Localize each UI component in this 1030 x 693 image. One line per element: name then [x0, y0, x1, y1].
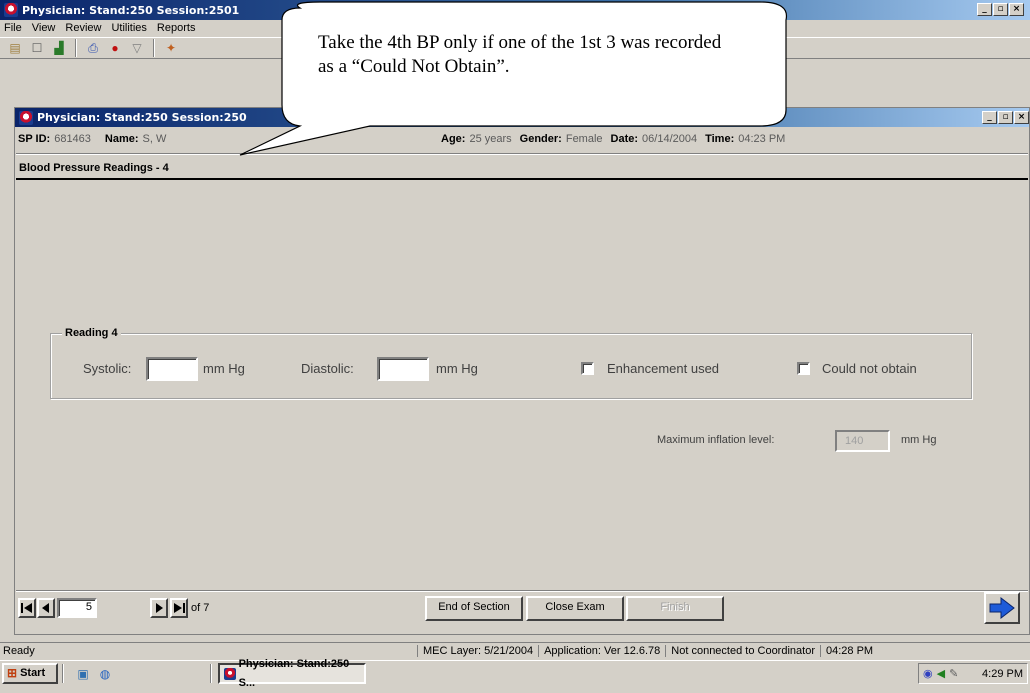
previous-icon — [42, 603, 49, 613]
taskbar: ⊞ Start ▣ ◍ Physician: Stand:250 S... ◉ … — [0, 658, 1030, 689]
could-not-obtain-label: Could not obtain — [822, 361, 917, 376]
name-value: S, W — [142, 133, 167, 145]
status-mec-layer: MEC Layer: 5/21/2004 — [417, 645, 538, 657]
desktop-icon[interactable]: ▣ — [74, 666, 92, 682]
last-record-button[interactable] — [170, 598, 188, 618]
could-not-obtain-checkbox[interactable] — [797, 362, 810, 375]
app-title: Physician: Stand:250 Session:2501 — [22, 3, 240, 17]
age-label: Age: — [441, 133, 466, 145]
systolic-unit: mm Hg — [203, 361, 245, 376]
child-title: Physician: Stand:250 Session:250 — [37, 111, 247, 124]
page-number-input[interactable]: 5 — [57, 598, 97, 618]
last-icon — [174, 603, 185, 613]
diastolic-input[interactable] — [377, 357, 429, 381]
minimize-icon[interactable]: _ — [977, 3, 992, 16]
arrow-right-icon — [989, 597, 1015, 619]
close-icon[interactable]: × — [1014, 111, 1029, 124]
enhancement-checkbox[interactable] — [581, 362, 594, 375]
quicklaunch-separator — [62, 664, 64, 683]
enhancement-label: Enhancement used — [607, 361, 720, 376]
system-tray: ◉ ◀ ✎ 4:29 PM — [918, 663, 1028, 684]
inflation-label: Maximum inflation level: — [657, 434, 775, 446]
start-button[interactable]: ⊞ Start — [2, 663, 58, 684]
open-icon[interactable]: ▤ — [6, 40, 24, 56]
end-of-section-button[interactable]: End of Section — [425, 596, 523, 621]
restore-icon[interactable]: ▫ — [993, 3, 1008, 16]
inflation-unit: mm Hg — [901, 434, 937, 446]
child-app-icon — [19, 110, 33, 125]
finish-button[interactable]: Finish — [626, 596, 724, 621]
gender-label: Gender: — [519, 133, 562, 145]
restore-icon[interactable]: ▫ — [998, 111, 1013, 124]
menu-file[interactable]: File — [4, 22, 22, 34]
first-record-button[interactable] — [18, 598, 36, 618]
next-icon — [156, 603, 163, 613]
page-count: of 7 — [191, 602, 210, 614]
callout-text: Take the 4th BP only if one of the 1st 3… — [318, 32, 722, 77]
diastolic-unit: mm Hg — [436, 361, 478, 376]
previous-record-button[interactable] — [37, 598, 55, 618]
app-window-controls: _ ▫ × — [977, 3, 1024, 16]
app-icon — [4, 3, 18, 17]
save-icon[interactable]: ▟ — [50, 40, 68, 56]
menu-view[interactable]: View — [32, 22, 56, 34]
inflation-input: 140 — [835, 430, 890, 452]
menu-review[interactable]: Review — [65, 22, 101, 34]
next-record-button[interactable] — [150, 598, 168, 618]
minimize-icon[interactable]: _ — [982, 111, 997, 124]
section-title: Blood Pressure Readings - 4 — [19, 162, 169, 174]
menu-reports[interactable]: Reports — [157, 22, 196, 34]
time-value: 04:23 PM — [738, 133, 786, 145]
close-icon[interactable]: × — [1009, 3, 1024, 16]
child-window-controls: _ ▫ × — [982, 111, 1029, 124]
section-underline — [16, 178, 1028, 180]
next-section-button[interactable] — [984, 592, 1020, 624]
first-icon — [21, 603, 32, 613]
status-time: 04:28 PM — [819, 645, 878, 657]
inflation-value: 140 — [845, 435, 864, 447]
systolic-label: Systolic: — [83, 361, 132, 376]
time-label: Time: — [705, 133, 735, 145]
record-icon[interactable]: ● — [106, 40, 124, 56]
gender-value: Female — [565, 133, 603, 145]
bottom-divider — [16, 590, 1028, 592]
systolic-input[interactable] — [146, 357, 198, 381]
close-exam-button[interactable]: Close Exam — [526, 596, 624, 621]
volume-icon[interactable]: ◀ — [937, 667, 945, 680]
network-icon[interactable]: ◉ — [923, 667, 933, 680]
child-title-bar[interactable]: Physician: Stand:250 Session:250 _ ▫ × — [15, 108, 1029, 127]
date-label: Date: — [610, 133, 639, 145]
taskbar-window-button[interactable]: Physician: Stand:250 S... — [218, 658, 366, 689]
app-title-bar[interactable]: Physician: Stand:250 Session:2501 _ ▫ × — [0, 0, 1030, 20]
people-icon[interactable]: ✦ — [162, 40, 180, 56]
browser-icon[interactable]: ◍ — [96, 666, 114, 682]
status-application: Application: Ver 12.6.78 — [538, 645, 665, 657]
diastolic-label: Diastolic: — [301, 361, 354, 376]
sp-id-label: SP ID: — [18, 133, 51, 145]
status-bar: Ready MEC Layer: 5/21/2004 Application: … — [0, 642, 1030, 659]
name-label: Name: — [104, 133, 139, 145]
info-divider — [16, 153, 1028, 155]
print-icon[interactable]: ⎙ — [84, 40, 102, 56]
age-value: 25 years — [469, 133, 512, 145]
sp-id-value: 681463 — [54, 133, 91, 145]
date-value: 06/14/2004 — [642, 133, 698, 145]
taskbar-separator — [210, 664, 212, 683]
status-connection: Not connected to Coordinator — [665, 645, 820, 657]
task-app-icon — [224, 667, 236, 680]
reading-group-title: Reading 4 — [62, 327, 121, 339]
menu-utilities[interactable]: Utilities — [111, 22, 146, 34]
patient-info-bar: SP ID: 681463 Name: S, W Age: 25 years G… — [18, 128, 1018, 150]
tray-clock: 4:29 PM — [982, 667, 1023, 680]
windows-logo-icon: ⊞ — [7, 666, 18, 680]
new-icon[interactable]: ☐ — [28, 40, 46, 56]
filter-icon[interactable]: ▽ — [128, 40, 146, 56]
tray-app-icon[interactable]: ✎ — [949, 667, 958, 680]
